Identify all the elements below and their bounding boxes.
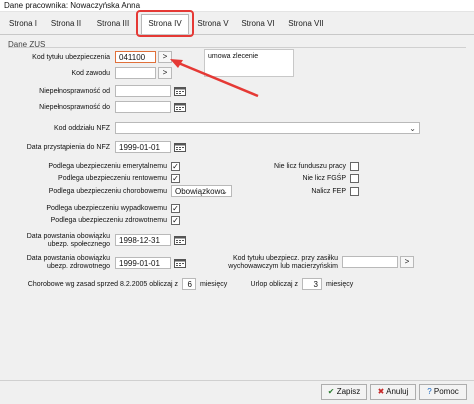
help-button[interactable]: ? Pomoc [419, 384, 467, 400]
chorobowe-label: Podlega ubezpieczeniu chorobowemu [48, 188, 167, 195]
kod-zawodu-input[interactable] [115, 67, 156, 79]
kod-nfz-label: Kod oddziału NFZ [53, 125, 110, 132]
kod-zasilku-label: Kod tytułu ubezpiecz. przy zasiłku wycho… [200, 255, 338, 271]
data-zdrow-label-line2: ubezp. zdrowotnego [46, 263, 110, 270]
urlop-input[interactable]: 3 [302, 278, 322, 290]
calendar-icon[interactable] [174, 235, 186, 245]
zdrowotne-label: Podlega ubezpieczeniu zdrowotnemu [50, 217, 167, 224]
niepeln-od-input[interactable] [115, 85, 171, 97]
close-icon: ✖ [377, 387, 385, 396]
data-spol-label-line1: Data powstania obowiązku [26, 233, 110, 240]
tab-strona-2[interactable]: Strona II [44, 17, 88, 33]
tab-strona-6[interactable]: Strona VI [236, 17, 280, 33]
rentowe-label: Podlega ubezpieczeniu rentowemu [58, 175, 167, 182]
chorobowe-2005-label: Chorobowe wg zasad sprzed 8.2.2005 oblic… [27, 281, 178, 288]
tab-strona-1[interactable]: Strona I [4, 17, 42, 33]
kod-zasilku-input[interactable] [342, 256, 398, 268]
fgsp-label: Nie licz FGŚP [302, 175, 346, 182]
data-spol-input[interactable]: 1998-12-31 [115, 234, 171, 246]
kod-zawodu-browse-button[interactable]: > [158, 67, 172, 79]
tab-bar: Strona I Strona II Strona III Strona IV … [0, 13, 474, 35]
chorobowe-2005-input[interactable]: 6 [182, 278, 196, 290]
kod-tytulu-description: umowa zlecenie [204, 49, 294, 77]
urlop-label: Urlop obliczaj z [250, 281, 298, 288]
fep-label: Nalicz FEP [311, 188, 346, 195]
fp-label: Nie licz funduszu pracy [274, 163, 346, 170]
kod-zawodu-label: Kod zawodu [71, 70, 110, 77]
help-icon: ? [427, 387, 432, 396]
niepeln-do-label: Niepełnosprawność do [39, 104, 110, 111]
fp-checkbox[interactable] [350, 162, 359, 171]
chevron-down-icon: ⌄ [409, 124, 416, 133]
help-button-label: Pomoc [433, 387, 459, 396]
kod-zasilku-browse-button[interactable]: > [400, 256, 414, 268]
data-nfz-label: Data przystąpienia do NFZ [26, 144, 110, 151]
save-button-label: Zapisz [336, 387, 361, 396]
emerytalne-checkbox[interactable]: ✓ [171, 162, 180, 171]
active-tab-highlight [136, 10, 194, 37]
kod-zasilku-label-line1: Kod tytułu ubezpiecz. przy zasiłku [232, 255, 338, 262]
wypadkowe-checkbox[interactable]: ✓ [171, 204, 180, 213]
chorobowe-select[interactable]: Obowiązkowo ⌄ [171, 185, 232, 197]
kod-tytulu-input[interactable]: 041100 [115, 51, 156, 63]
urlop-suffix: miesięcy [326, 281, 354, 288]
niepeln-od-label: Niepełnosprawność od [39, 88, 110, 95]
tab-strona-5[interactable]: Strona V [193, 17, 233, 33]
calendar-icon[interactable] [174, 86, 186, 96]
fgsp-checkbox[interactable] [350, 174, 359, 183]
cancel-button-label: Anuluj [386, 387, 409, 396]
kod-nfz-select[interactable]: ⌄ [115, 122, 420, 134]
tab-strona-7[interactable]: Strona VII [283, 17, 329, 33]
window-title: Dane pracownika: Nowaczyńska Anna [4, 1, 141, 10]
data-zdrow-label: Data powstania obowiązku ubezp. zdrowotn… [10, 255, 110, 271]
chorobowe-select-value: Obowiązkowo [175, 187, 225, 196]
data-zdrow-input[interactable]: 1999-01-01 [115, 257, 171, 269]
data-spol-label-line2: ubezp. społecznego [47, 241, 110, 248]
save-icon: ✔ [327, 387, 335, 396]
kod-tytulu-label: Kod tytułu ubezpieczenia [32, 54, 110, 61]
tab-strona-3[interactable]: Strona III [90, 17, 136, 33]
section-divider [8, 47, 466, 48]
calendar-icon[interactable] [174, 258, 186, 268]
calendar-icon[interactable] [174, 142, 186, 152]
zdrowotne-checkbox[interactable]: ✓ [171, 216, 180, 225]
data-zdrow-label-line1: Data powstania obowiązku [26, 255, 110, 262]
cancel-button[interactable]: ✖ Anuluj [370, 384, 416, 400]
chevron-down-icon: ⌄ [221, 187, 228, 196]
chorobowe-2005-suffix: miesięcy [200, 281, 228, 288]
emerytalne-label: Podlega ubezpieczeniu emerytalnemu [48, 163, 167, 170]
data-spol-label: Data powstania obowiązku ubezp. społeczn… [10, 233, 110, 249]
data-nfz-input[interactable]: 1999-01-01 [115, 141, 171, 153]
rentowe-checkbox[interactable]: ✓ [171, 174, 180, 183]
fep-checkbox[interactable] [350, 187, 359, 196]
save-button[interactable]: ✔ Zapisz [321, 384, 367, 400]
calendar-icon[interactable] [174, 102, 186, 112]
niepeln-do-input[interactable] [115, 101, 171, 113]
wypadkowe-label: Podlega ubezpieczeniu wypadkowemu [46, 205, 167, 212]
kod-zasilku-label-line2: wychowawczym lub macierzyńskim [228, 263, 338, 270]
title-bar: Dane pracownika: Nowaczyńska Anna [0, 0, 474, 12]
kod-tytulu-browse-button[interactable]: > [158, 51, 172, 63]
